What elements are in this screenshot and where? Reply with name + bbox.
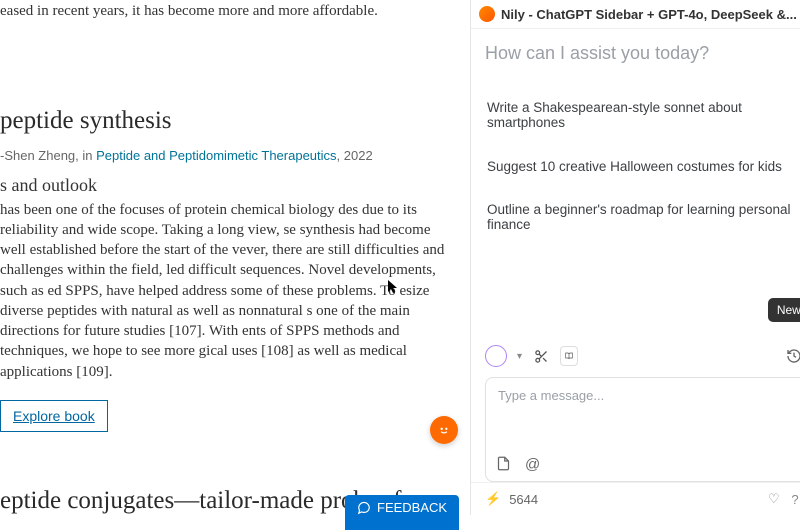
feedback-label: FEEDBACK xyxy=(377,500,447,515)
cursor-icon xyxy=(388,280,398,294)
chevron-down-icon[interactable]: ▾ xyxy=(517,351,522,362)
sidebar-title: Nily - ChatGPT Sidebar + GPT-4o, DeepSee… xyxy=(501,7,797,22)
citation-link[interactable]: Peptide and Peptidomimetic Therapeutics xyxy=(96,148,336,163)
newchat-tooltip: New chat xyxy=(768,298,800,322)
citation-year: , 2022 xyxy=(337,148,373,163)
explore-book-button[interactable]: Explore book xyxy=(0,400,108,432)
help-icon[interactable]: ?⃝ xyxy=(791,492,800,507)
bolt-icon: ⚡ xyxy=(485,491,501,507)
feedback-button[interactable]: FEEDBACK xyxy=(345,495,459,530)
model-selector-icon[interactable] xyxy=(485,345,507,367)
nily-logo-icon xyxy=(479,6,495,22)
subheading: s and outlook xyxy=(0,175,445,196)
sidebar-footer: ⚡ 5644 ♡ ?⃝ xyxy=(471,482,800,515)
intro-fragment: eased in recent years, it has become mor… xyxy=(0,2,445,22)
suggestion-item[interactable]: Suggest 10 creative Halloween costumes f… xyxy=(485,144,800,188)
citation: -Shen Zheng, in Peptide and Peptidomimet… xyxy=(0,148,445,163)
heart-icon[interactable]: ♡ xyxy=(765,491,783,507)
sidebar-header: Nily - ChatGPT Sidebar + GPT-4o, DeepSee… xyxy=(471,0,800,29)
history-icon[interactable] xyxy=(785,348,800,364)
assistant-float-icon[interactable] xyxy=(430,416,458,444)
book-icon[interactable] xyxy=(560,346,578,366)
body-text: has been one of the focuses of protein c… xyxy=(0,200,445,382)
scissors-icon[interactable] xyxy=(532,349,550,364)
section-title: peptide synthesis xyxy=(0,107,445,135)
message-input[interactable]: Type a message... @ xyxy=(485,377,800,482)
citation-author: -Shen Zheng, in xyxy=(0,148,96,163)
suggestion-item[interactable]: Write a Shakespearean-style sonnet about… xyxy=(485,86,800,144)
input-placeholder: Type a message... xyxy=(498,388,604,403)
chat-toolbar: ▾ ＋ xyxy=(471,345,800,367)
credits-count: 5644 xyxy=(509,492,538,507)
chat-sidebar: Nily - ChatGPT Sidebar + GPT-4o, DeepSee… xyxy=(470,0,800,515)
suggestion-text: Write a Shakespearean-style sonnet about… xyxy=(487,100,800,130)
assist-prompt: How can I assist you today? xyxy=(485,43,800,64)
attach-file-icon[interactable] xyxy=(496,456,511,473)
mention-icon[interactable]: @ xyxy=(525,456,540,473)
suggestion-text: Suggest 10 creative Halloween costumes f… xyxy=(487,159,782,174)
suggestion-item[interactable]: Outline a beginner's roadmap for learnin… xyxy=(485,188,800,246)
suggestion-text: Outline a beginner's roadmap for learnin… xyxy=(487,202,800,232)
